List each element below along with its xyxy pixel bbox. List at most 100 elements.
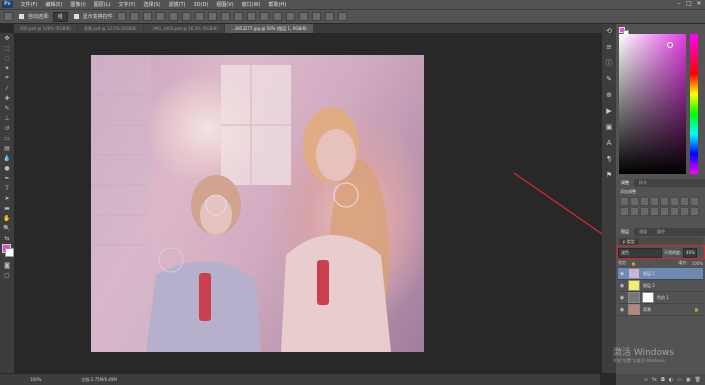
- levels-icon[interactable]: [630, 197, 639, 206]
- color-picker-field[interactable]: [619, 34, 686, 174]
- color-lookup-icon[interactable]: [640, 207, 649, 216]
- eyedropper-icon[interactable]: ⁄: [2, 84, 12, 92]
- zoom-tool-icon[interactable]: 🔍: [2, 224, 12, 232]
- properties-icon[interactable]: ≡: [605, 43, 613, 51]
- maximize-button[interactable]: □: [686, 1, 692, 7]
- blur-tool-icon[interactable]: 💧: [2, 154, 12, 162]
- path-select-icon[interactable]: ➤: [2, 194, 12, 202]
- auto-select-checkbox[interactable]: [19, 14, 24, 19]
- minimize-button[interactable]: –: [676, 1, 682, 7]
- invert-icon[interactable]: [650, 207, 659, 216]
- dodge-tool-icon[interactable]: ●: [2, 164, 12, 172]
- 3d-pan-icon[interactable]: [324, 12, 334, 21]
- photo-filter-icon[interactable]: [620, 207, 629, 216]
- menu-window[interactable]: 窗口(W): [242, 1, 261, 8]
- tool-presets-icon[interactable]: ⚑: [605, 171, 613, 179]
- hue-saturation-icon[interactable]: [670, 197, 679, 206]
- close-button[interactable]: ✕: [696, 1, 702, 7]
- healing-brush-icon[interactable]: ✚: [2, 94, 12, 102]
- hand-tool-icon[interactable]: ✋: [2, 214, 12, 222]
- layer-kind-filter[interactable]: p 类型: [620, 238, 638, 245]
- type-tool-icon[interactable]: T: [2, 184, 12, 192]
- background-color-swatch[interactable]: [5, 248, 14, 257]
- 3d-roll-icon[interactable]: [311, 12, 321, 21]
- pen-tool-icon[interactable]: ✒: [2, 174, 12, 182]
- menu-3d[interactable]: 3D(D): [194, 2, 209, 8]
- menu-file[interactable]: 文件(F): [21, 1, 38, 8]
- move-tool-icon[interactable]: ✥: [2, 34, 12, 42]
- move-tool-icon[interactable]: [4, 12, 13, 21]
- gradient-tool-icon[interactable]: ▤: [2, 144, 12, 152]
- tab-adjustments[interactable]: 调整: [616, 179, 634, 187]
- tab-layers[interactable]: 图层: [616, 228, 634, 236]
- gradient-map-icon[interactable]: [680, 207, 689, 216]
- delete-layer-icon[interactable]: 🗑: [695, 377, 701, 383]
- actions-icon[interactable]: ▶: [605, 107, 613, 115]
- menu-filter[interactable]: 滤镜(T): [169, 1, 186, 8]
- marquee-tool-icon[interactable]: ⬚: [2, 44, 12, 52]
- visibility-eye-icon[interactable]: ◉: [618, 271, 626, 277]
- distribute-bottom-icon[interactable]: [220, 12, 230, 21]
- color-balance-icon[interactable]: [680, 197, 689, 206]
- menu-layer[interactable]: 图层(L): [94, 1, 111, 8]
- character-icon[interactable]: A: [605, 139, 613, 147]
- layer-row-4[interactable]: ◉ 背景 🔒: [618, 304, 703, 316]
- exposure-icon[interactable]: [650, 197, 659, 206]
- align-left-icon[interactable]: [155, 12, 165, 21]
- black-white-icon[interactable]: [690, 197, 699, 206]
- 3d-slide-icon[interactable]: [337, 12, 347, 21]
- visibility-eye-icon[interactable]: ◉: [618, 283, 626, 289]
- menu-type[interactable]: 文字(Y): [118, 1, 135, 8]
- document-image[interactable]: [91, 55, 424, 352]
- hue-slider[interactable]: [690, 34, 698, 174]
- curves-icon[interactable]: [640, 197, 649, 206]
- color-swatches[interactable]: [0, 244, 14, 260]
- tab-paths[interactable]: 路径: [652, 228, 670, 236]
- color-picker-cursor[interactable]: [667, 42, 673, 48]
- layer-comps-icon[interactable]: ▣: [605, 123, 613, 131]
- paragraph-icon[interactable]: ¶: [605, 155, 613, 163]
- align-middle-icon[interactable]: [129, 12, 139, 21]
- tab-styles[interactable]: 样式: [634, 179, 652, 187]
- zoom-level[interactable]: 100%: [30, 377, 41, 382]
- layer-row-3[interactable]: ◉ 色阶 1: [618, 292, 703, 304]
- document-info[interactable]: 文档:2.75M/6.49M: [81, 377, 116, 383]
- 3d-rotate-icon[interactable]: [298, 12, 308, 21]
- lasso-tool-icon[interactable]: ◌: [2, 54, 12, 62]
- show-transform-checkbox[interactable]: [73, 14, 79, 19]
- align-center-icon[interactable]: [168, 12, 178, 21]
- align-top-icon[interactable]: [116, 12, 126, 21]
- tab-document-1[interactable]: 005.psd @ 100% (RGB/8): [14, 24, 77, 33]
- menu-select[interactable]: 选择(S): [143, 1, 160, 8]
- lock-icon[interactable]: 🔒: [631, 261, 636, 266]
- eraser-icon[interactable]: ▭: [2, 134, 12, 142]
- new-group-icon[interactable]: ▭: [677, 377, 682, 383]
- align-right-icon[interactable]: [181, 12, 191, 21]
- brush-tool-icon[interactable]: ✎: [2, 104, 12, 112]
- menu-help[interactable]: 帮助(H): [268, 1, 286, 8]
- posterize-icon[interactable]: [660, 207, 669, 216]
- layer-row-2[interactable]: ◉ 图层 2: [618, 280, 703, 292]
- vibrance-icon[interactable]: [660, 197, 669, 206]
- auto-align-icon[interactable]: [272, 12, 282, 21]
- history-brush-icon[interactable]: ↺: [2, 124, 12, 132]
- visibility-eye-icon[interactable]: ◉: [618, 307, 626, 313]
- crop-tool-icon[interactable]: ⌗: [2, 74, 12, 82]
- layer-style-icon[interactable]: fx: [652, 377, 657, 383]
- auto-select-dropdown[interactable]: 组: [52, 11, 68, 22]
- new-adjustment-icon[interactable]: ◐: [669, 377, 673, 383]
- tab-document-3[interactable]: ...IMG_3403.psd @ 16.2% (RGB/8): [143, 24, 224, 33]
- history-icon[interactable]: ⟲: [605, 27, 613, 35]
- layer-row-1[interactable]: ◉ 图层 1: [618, 268, 703, 280]
- 3d-mode-icon[interactable]: [285, 12, 295, 21]
- clone-source-icon[interactable]: ⊕: [605, 91, 613, 99]
- default-colors-icon[interactable]: ⇆: [2, 234, 12, 242]
- screen-mode-icon[interactable]: ▢: [2, 271, 12, 279]
- info-icon[interactable]: ⓘ: [605, 59, 613, 67]
- threshold-icon[interactable]: [670, 207, 679, 216]
- distribute-left-icon[interactable]: [233, 12, 243, 21]
- add-mask-icon[interactable]: ◘: [661, 377, 665, 383]
- selective-color-icon[interactable]: [690, 207, 699, 216]
- link-layers-icon[interactable]: ∞: [644, 377, 648, 383]
- brightness-contrast-icon[interactable]: [620, 197, 629, 206]
